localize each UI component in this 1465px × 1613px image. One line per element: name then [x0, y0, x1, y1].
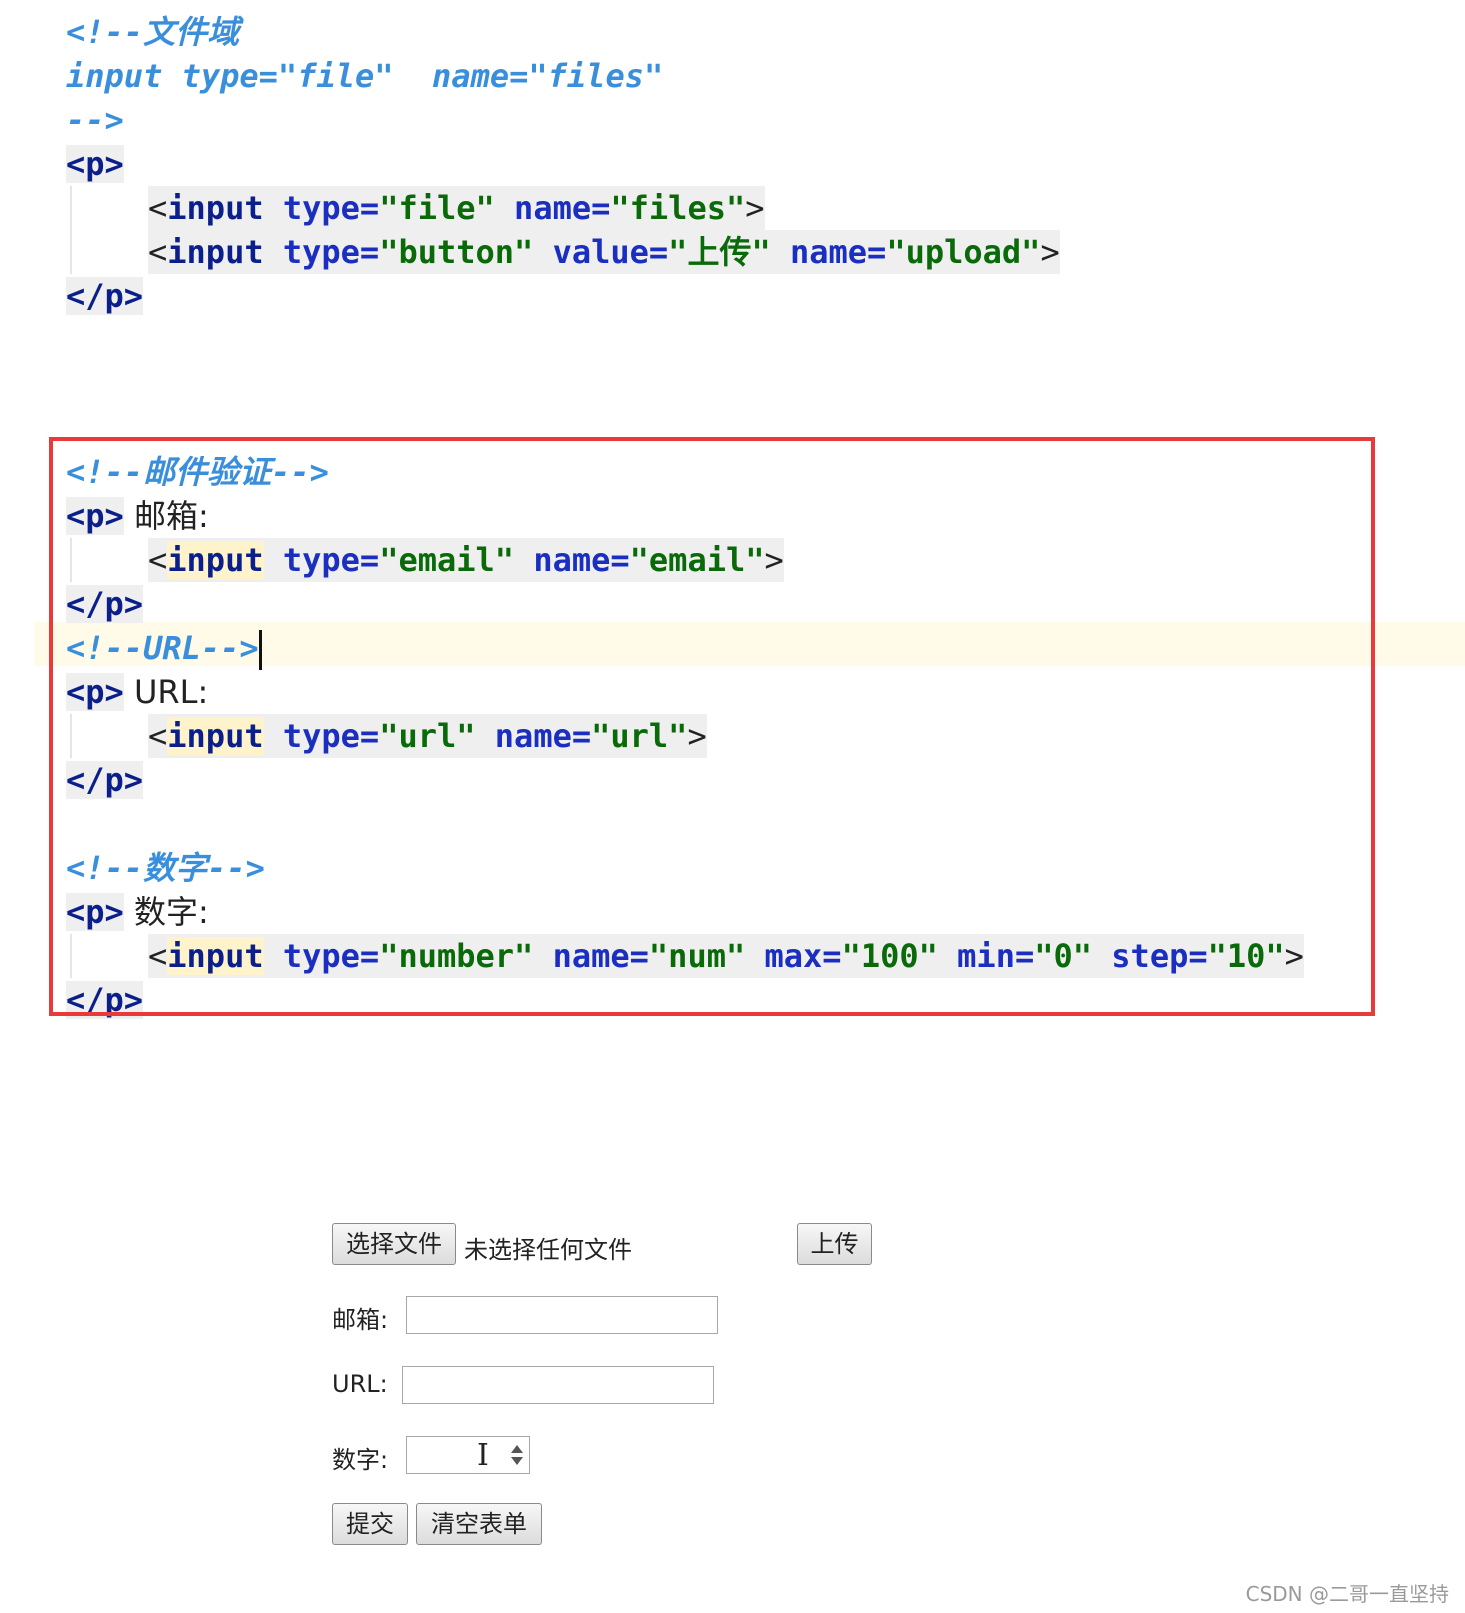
code-line-file-input: <input type="file" name="files"> — [148, 186, 765, 230]
url-field[interactable] — [402, 1366, 714, 1404]
no-file-label: 未选择任何文件 — [464, 1236, 632, 1264]
indent-guide — [70, 186, 72, 274]
footer-watermark: CSDN @二哥一直坚持 — [1245, 1582, 1449, 1606]
number-label: 数字: — [332, 1446, 389, 1474]
highlight-box — [49, 437, 1375, 1016]
p-close-tag: </p> — [66, 277, 144, 315]
comment-file-field: <!--文件域 — [66, 13, 240, 51]
number-field[interactable] — [406, 1436, 530, 1474]
upload-button[interactable]: 上传 — [797, 1223, 872, 1265]
comment-file-field-end: --> — [66, 101, 124, 139]
comment-file-field-body: input type="file" name="files" — [66, 57, 664, 95]
p-open-tag: <p> — [66, 145, 124, 183]
url-label: URL: — [332, 1370, 388, 1398]
spinner-icon[interactable] — [507, 1445, 525, 1469]
text-cursor-icon: I — [477, 1438, 489, 1473]
submit-button[interactable]: 提交 — [332, 1503, 408, 1545]
email-field[interactable] — [406, 1296, 718, 1334]
code-line-button-input: <input type="button" value="上传" name="up… — [148, 230, 1060, 274]
email-label: 邮箱: — [332, 1306, 389, 1334]
choose-file-button[interactable]: 选择文件 — [332, 1223, 456, 1265]
reset-button[interactable]: 清空表单 — [416, 1503, 542, 1545]
